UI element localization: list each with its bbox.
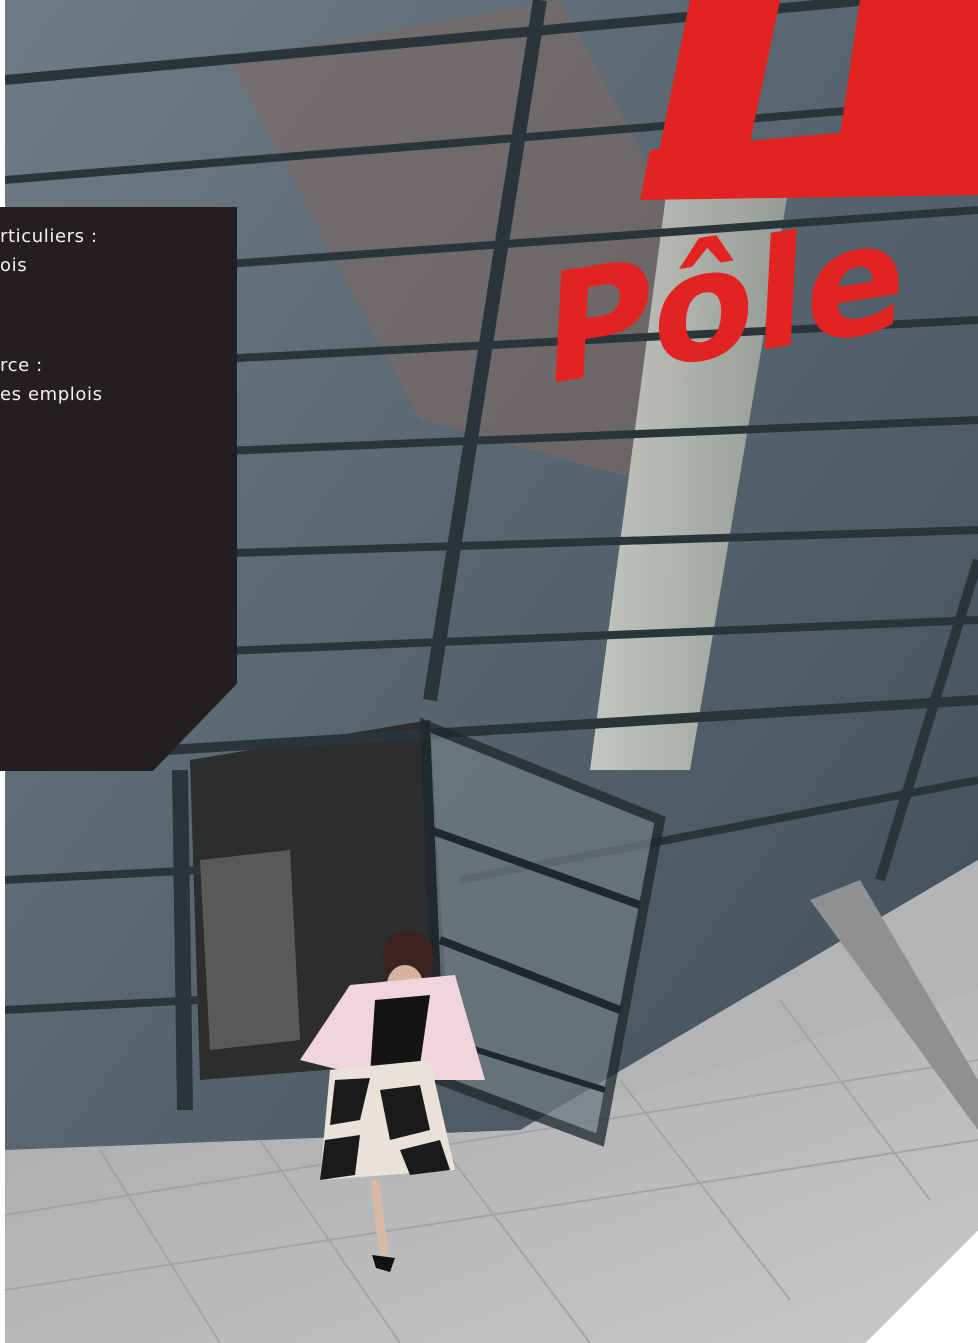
panel-line-2: ois — [0, 255, 28, 276]
panel-line-3: rce : — [0, 355, 43, 376]
text-panel — [0, 207, 237, 771]
panel-line-1: rticuliers : — [0, 226, 98, 247]
panel-line-4: es emplois — [0, 384, 103, 405]
poster-page: Pôle rticuliers : ois rce: es emplois — [0, 0, 978, 1343]
